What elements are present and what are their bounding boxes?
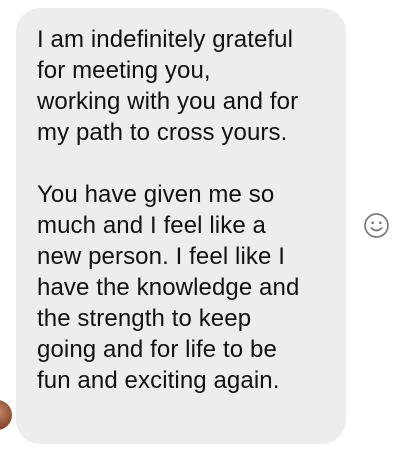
message-line: fun and exciting again. bbox=[37, 367, 280, 394]
smiley-face-icon[interactable] bbox=[363, 212, 390, 239]
message-line: my path to cross yours. bbox=[37, 119, 288, 146]
message-line: have the knowledge and bbox=[37, 274, 300, 301]
message-line: new person. I feel like I bbox=[37, 243, 285, 270]
message-line: I am indefinitely grateful bbox=[37, 26, 294, 53]
message-paragraph-1: I am indefinitely grateful for meeting y… bbox=[37, 24, 332, 148]
message-line: the strength to keep bbox=[37, 305, 252, 332]
message-line: You have given me so bbox=[37, 181, 275, 208]
message-paragraph-2: You have given me so much and I feel lik… bbox=[37, 179, 332, 396]
message-line: going and for life to be bbox=[37, 336, 277, 363]
message-bubble[interactable]: I am indefinitely grateful for meeting y… bbox=[16, 8, 346, 444]
message-line: working with you and for bbox=[37, 88, 299, 115]
message-line: for meeting you, bbox=[37, 57, 211, 84]
message-line: much and I feel like a bbox=[37, 212, 266, 239]
sender-avatar[interactable] bbox=[0, 400, 12, 430]
